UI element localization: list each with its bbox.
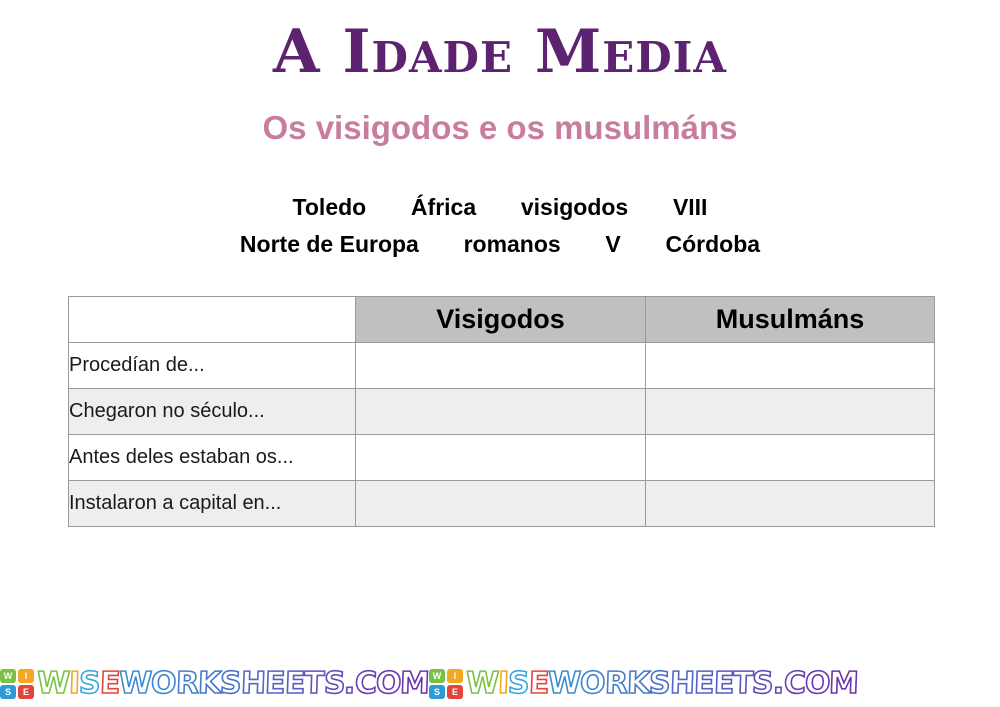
table-header-row: Visigodos Musulmáns [68,296,935,343]
watermark-brand-text: WISEWORKSHEETS.COM [465,665,860,702]
word-bank-line-2: Norte de Europa romanos V Córdoba [239,231,761,257]
watermark-instance: W I S E WISEWORKSHEETS.COM [428,665,860,702]
comparison-table: Visigodos Musulmáns Procedían de... Cheg… [68,296,935,527]
page-subtitle: Os visigodos e os musulmáns [262,109,738,146]
logo-tile-s: S [428,685,445,699]
logo-tile-s: S [0,685,16,699]
watermark-brand-text: WISEWORKSHEETS.COM [36,665,431,702]
logo-tile-e: E [18,685,34,699]
table-row: Procedían de... [68,342,935,389]
answer-cell-instalaron-musulmans[interactable] [645,480,935,527]
row-label-chegaron: Chegaron no século... [68,388,356,435]
page-title: A Idade Media [273,17,727,87]
comparison-table-wrapper: Visigodos Musulmáns Procedían de... Cheg… [68,296,935,527]
table-header-musulmans: Musulmáns [645,296,935,343]
logo-tile-e: E [446,685,463,699]
answer-cell-antes-deles-musulmans[interactable] [645,434,935,481]
answer-cell-chegaron-visigodos[interactable] [355,388,646,435]
word-bank: Toledo África visigodos VIII Norte de Eu… [0,189,1000,263]
logo-tile-w: W [428,669,445,683]
row-label-instalaron: Instalaron a capital en... [68,480,356,527]
table-header-corner [68,296,356,343]
footer-watermark: W I S E WISEWORKSHEETS.COM W I S E WISEW… [0,663,1000,705]
answer-cell-procedian-visigodos[interactable] [355,342,646,389]
answer-cell-procedian-musulmans[interactable] [645,342,935,389]
answer-cell-chegaron-musulmans[interactable] [645,388,935,435]
logo-tile-i: I [446,669,463,683]
wiseworksheets-logo-icon: W I S E [0,669,34,699]
watermark-instance: W I S E WISEWORKSHEETS.COM [0,665,431,702]
table-header-visigodos: Visigodos [355,296,646,343]
logo-tile-i: I [18,669,34,683]
row-label-antes-deles: Antes deles estaban os... [68,434,356,481]
table-row: Antes deles estaban os... [68,434,935,481]
table-row: Instalaron a capital en... [68,480,935,527]
row-label-procedian: Procedían de... [68,342,356,389]
answer-cell-instalaron-visigodos[interactable] [355,480,646,527]
wiseworksheets-logo-icon: W I S E [428,669,463,699]
logo-tile-w: W [0,669,16,683]
word-bank-line-1: Toledo África visigodos VIII [292,194,708,220]
table-row: Chegaron no século... [68,388,935,435]
answer-cell-antes-deles-visigodos[interactable] [355,434,646,481]
